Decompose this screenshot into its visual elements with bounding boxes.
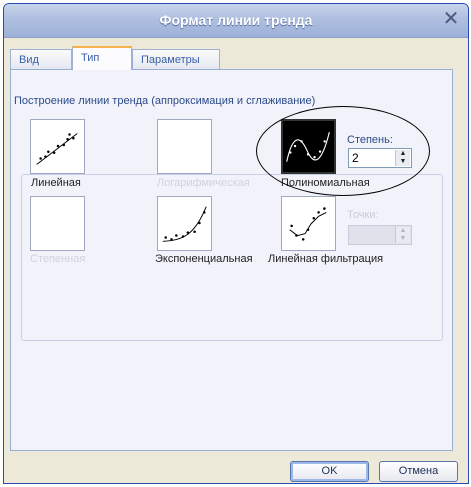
window-title: Формат линии тренда [159, 12, 313, 28]
close-icon[interactable]: ✕ [440, 8, 462, 30]
tab-view[interactable]: Вид [10, 49, 72, 69]
exponential-trend-icon [162, 206, 207, 242]
cancel-button[interactable]: Отмена [379, 461, 458, 482]
trend-type-moving-average[interactable] [281, 196, 336, 251]
tab-parameters[interactable]: Параметры [132, 49, 220, 69]
label-linear: Линейная [31, 177, 81, 189]
highlight-ellipse [256, 106, 430, 196]
trend-group-label: Построение линии тренда (аппроксимация и… [12, 95, 318, 107]
ok-button[interactable]: OK [290, 461, 369, 482]
label-power: Степенная [30, 253, 86, 265]
title-bar: Формат линии тренда ✕ [4, 4, 468, 38]
points-spinner[interactable]: ▲ ▼ [348, 225, 412, 245]
label-exponential: Экспоненциальная [155, 253, 253, 265]
label-moving-average: Линейная фильтрация [268, 253, 384, 265]
trend-type-logarithmic[interactable] [157, 119, 212, 174]
label-logarithmic: Логарифмическая [157, 177, 250, 189]
spinner-arrows-icon[interactable]: ▲ ▼ [395, 227, 410, 243]
linear-trend-icon [36, 133, 78, 165]
moving-average-trend-icon [289, 207, 327, 241]
tab-type[interactable]: Тип [72, 46, 132, 70]
trend-type-exponential[interactable] [157, 196, 212, 251]
points-label: Точки: [347, 209, 379, 221]
trend-type-linear[interactable] [30, 119, 85, 174]
trend-type-power[interactable] [30, 196, 85, 251]
